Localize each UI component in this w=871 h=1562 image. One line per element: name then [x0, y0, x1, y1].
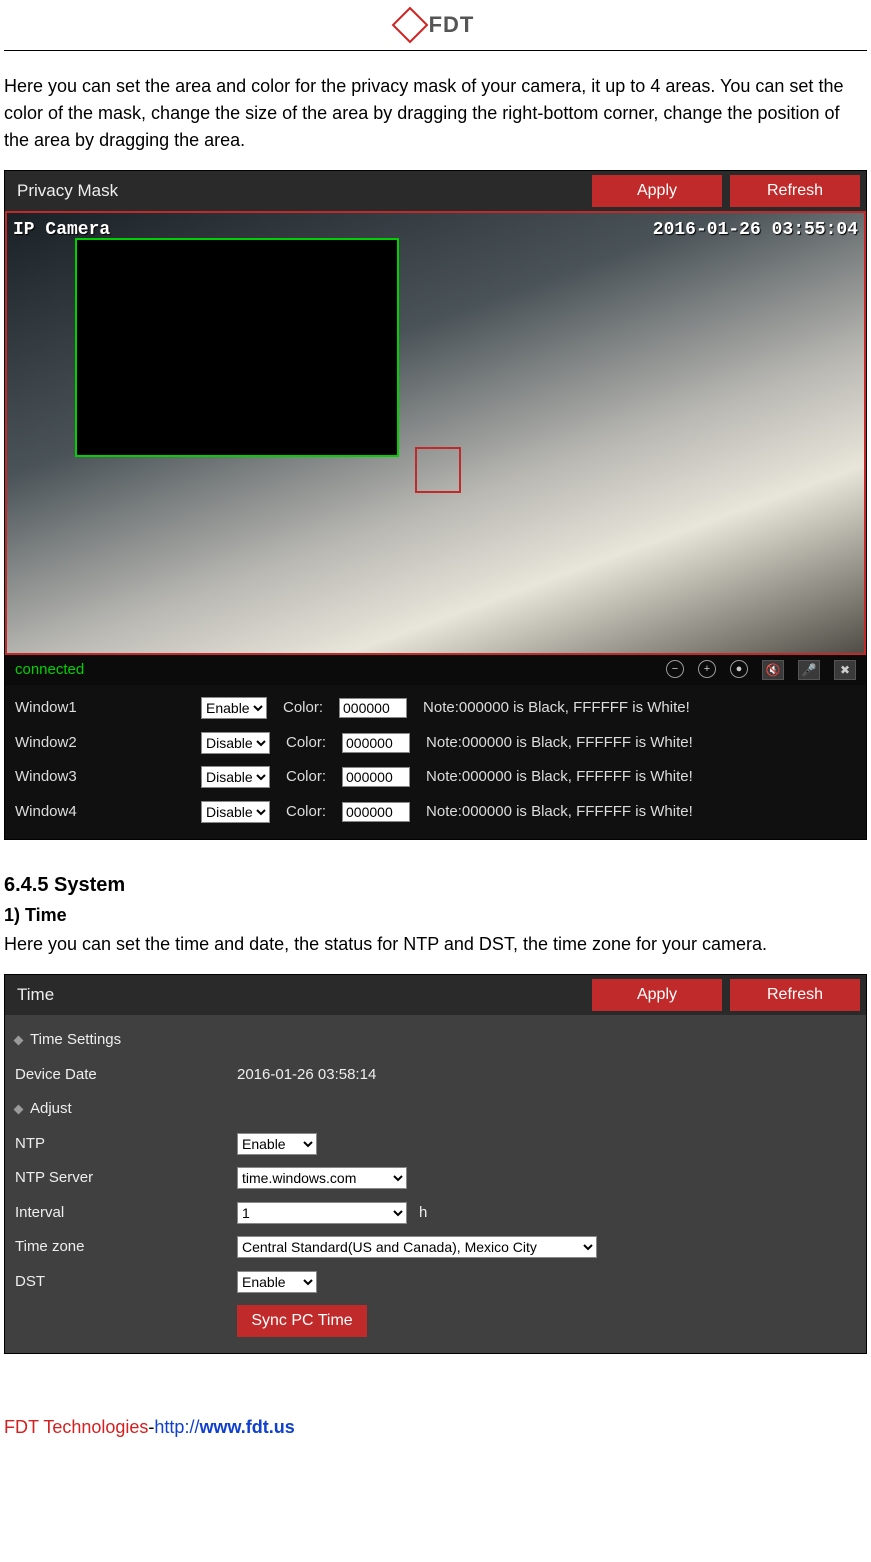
subsection-heading: 1) Time	[4, 902, 867, 929]
color-note: Note:000000 is Black, FFFFFF is White!	[426, 732, 693, 755]
color-note: Note:000000 is Black, FFFFFF is White!	[426, 801, 693, 824]
section-heading: 6.4.5 System	[4, 870, 867, 900]
page-footer: FDT Technologies-http://www.fdt.us	[4, 1414, 867, 1441]
video-controls: − + ● 🔇 🎤 ✖	[666, 660, 856, 680]
mask-window-list: Window1 Enable Color: Note:000000 is Bla…	[5, 685, 866, 839]
intro-paragraph: Here you can set the area and color for …	[4, 73, 867, 154]
color-input[interactable]	[342, 802, 410, 822]
zoom-out-icon[interactable]: −	[666, 660, 684, 678]
interval-select[interactable]: 1	[237, 1202, 407, 1224]
ntp-server-row: NTP Server time.windows.com	[15, 1161, 856, 1196]
ntp-select[interactable]: Enable	[237, 1133, 317, 1155]
mask-window-row: Window1 Enable Color: Note:000000 is Bla…	[11, 691, 860, 726]
ntp-row: NTP Enable	[15, 1127, 856, 1162]
timezone-row: Time zone Central Standard(US and Canada…	[15, 1230, 856, 1265]
diamond-icon	[14, 1105, 24, 1115]
timezone-select[interactable]: Central Standard(US and Canada), Mexico …	[237, 1236, 597, 1258]
brand-text: FDT	[429, 8, 475, 41]
sync-row: Sync PC Time	[15, 1299, 856, 1343]
window-enable-select[interactable]: Disable	[201, 801, 270, 823]
page-header: FDT	[4, 8, 867, 51]
ntp-label: NTP	[15, 1133, 225, 1156]
interval-row: Interval 1 h	[15, 1196, 856, 1231]
refresh-button[interactable]: Refresh	[730, 175, 860, 207]
color-note: Note:000000 is Black, FFFFFF is White!	[423, 697, 690, 720]
connection-status: connected	[15, 659, 666, 682]
time-panel-title: Time	[11, 982, 584, 1008]
record-icon[interactable]: ●	[730, 660, 748, 678]
video-status-bar: connected − + ● 🔇 🎤 ✖	[5, 655, 866, 686]
ntp-server-select[interactable]: time.windows.com	[237, 1167, 407, 1189]
brand-icon	[391, 6, 428, 43]
window-name: Window3	[15, 766, 185, 789]
footer-company: FDT Technologies	[4, 1417, 148, 1437]
group-time-settings: Time Settings	[15, 1023, 856, 1058]
mask-window-row: Window4 Disable Color: Note:000000 is Bl…	[11, 795, 860, 830]
window-enable-select[interactable]: Disable	[201, 766, 270, 788]
color-label: Color:	[286, 801, 326, 824]
privacy-mask-header: Privacy Mask Apply Refresh	[5, 171, 866, 211]
color-label: Color:	[286, 766, 326, 789]
color-label: Color:	[286, 732, 326, 755]
camera-timestamp: 2016-01-26 03:55:04	[653, 217, 858, 244]
refresh-button[interactable]: Refresh	[730, 979, 860, 1011]
mask-window-row: Window2 Disable Color: Note:000000 is Bl…	[11, 726, 860, 761]
diamond-icon	[14, 1036, 24, 1046]
mask-area-2[interactable]	[415, 447, 461, 493]
mask-area-1[interactable]	[75, 238, 399, 457]
window-enable-select[interactable]: Enable	[201, 697, 267, 719]
mic-off-icon[interactable]: 🎤	[798, 660, 820, 680]
window-name: Window2	[15, 732, 185, 755]
device-date-label: Device Date	[15, 1064, 225, 1087]
brand-logo: FDT	[397, 8, 475, 41]
time-panel-header: Time Apply Refresh	[5, 975, 866, 1015]
settings-icon[interactable]: ✖	[834, 660, 856, 680]
ntp-server-label: NTP Server	[15, 1167, 225, 1190]
group-adjust: Adjust	[15, 1092, 856, 1127]
interval-unit: h	[419, 1202, 427, 1225]
mask-window-row: Window3 Disable Color: Note:000000 is Bl…	[11, 760, 860, 795]
window-name: Window1	[15, 697, 185, 720]
color-note: Note:000000 is Black, FFFFFF is White!	[426, 766, 693, 789]
timezone-label: Time zone	[15, 1236, 225, 1259]
device-date-value: 2016-01-26 03:58:14	[237, 1064, 376, 1087]
color-input[interactable]	[339, 698, 407, 718]
section-description: Here you can set the time and date, the …	[4, 931, 867, 958]
window-name: Window4	[15, 801, 185, 824]
zoom-in-icon[interactable]: +	[698, 660, 716, 678]
sync-pc-time-button[interactable]: Sync PC Time	[237, 1305, 367, 1337]
window-enable-select[interactable]: Disable	[201, 732, 270, 754]
interval-label: Interval	[15, 1202, 225, 1225]
camera-preview[interactable]: IP Camera 2016-01-26 03:55:04	[5, 211, 866, 655]
footer-proto: http://	[154, 1417, 199, 1437]
dst-label: DST	[15, 1271, 225, 1294]
device-date-row: Device Date 2016-01-26 03:58:14	[15, 1058, 856, 1093]
footer-domain[interactable]: www.fdt.us	[199, 1417, 294, 1437]
dst-select[interactable]: Enable	[237, 1271, 317, 1293]
apply-button[interactable]: Apply	[592, 175, 722, 207]
color-input[interactable]	[342, 767, 410, 787]
dst-row: DST Enable	[15, 1265, 856, 1300]
color-input[interactable]	[342, 733, 410, 753]
mute-icon[interactable]: 🔇	[762, 660, 784, 680]
privacy-mask-panel: Privacy Mask Apply Refresh IP Camera 201…	[4, 170, 867, 841]
time-settings-body: Time Settings Device Date 2016-01-26 03:…	[5, 1015, 866, 1353]
color-label: Color:	[283, 697, 323, 720]
time-panel: Time Apply Refresh Time Settings Device …	[4, 974, 867, 1354]
privacy-mask-title: Privacy Mask	[11, 178, 584, 204]
apply-button[interactable]: Apply	[592, 979, 722, 1011]
